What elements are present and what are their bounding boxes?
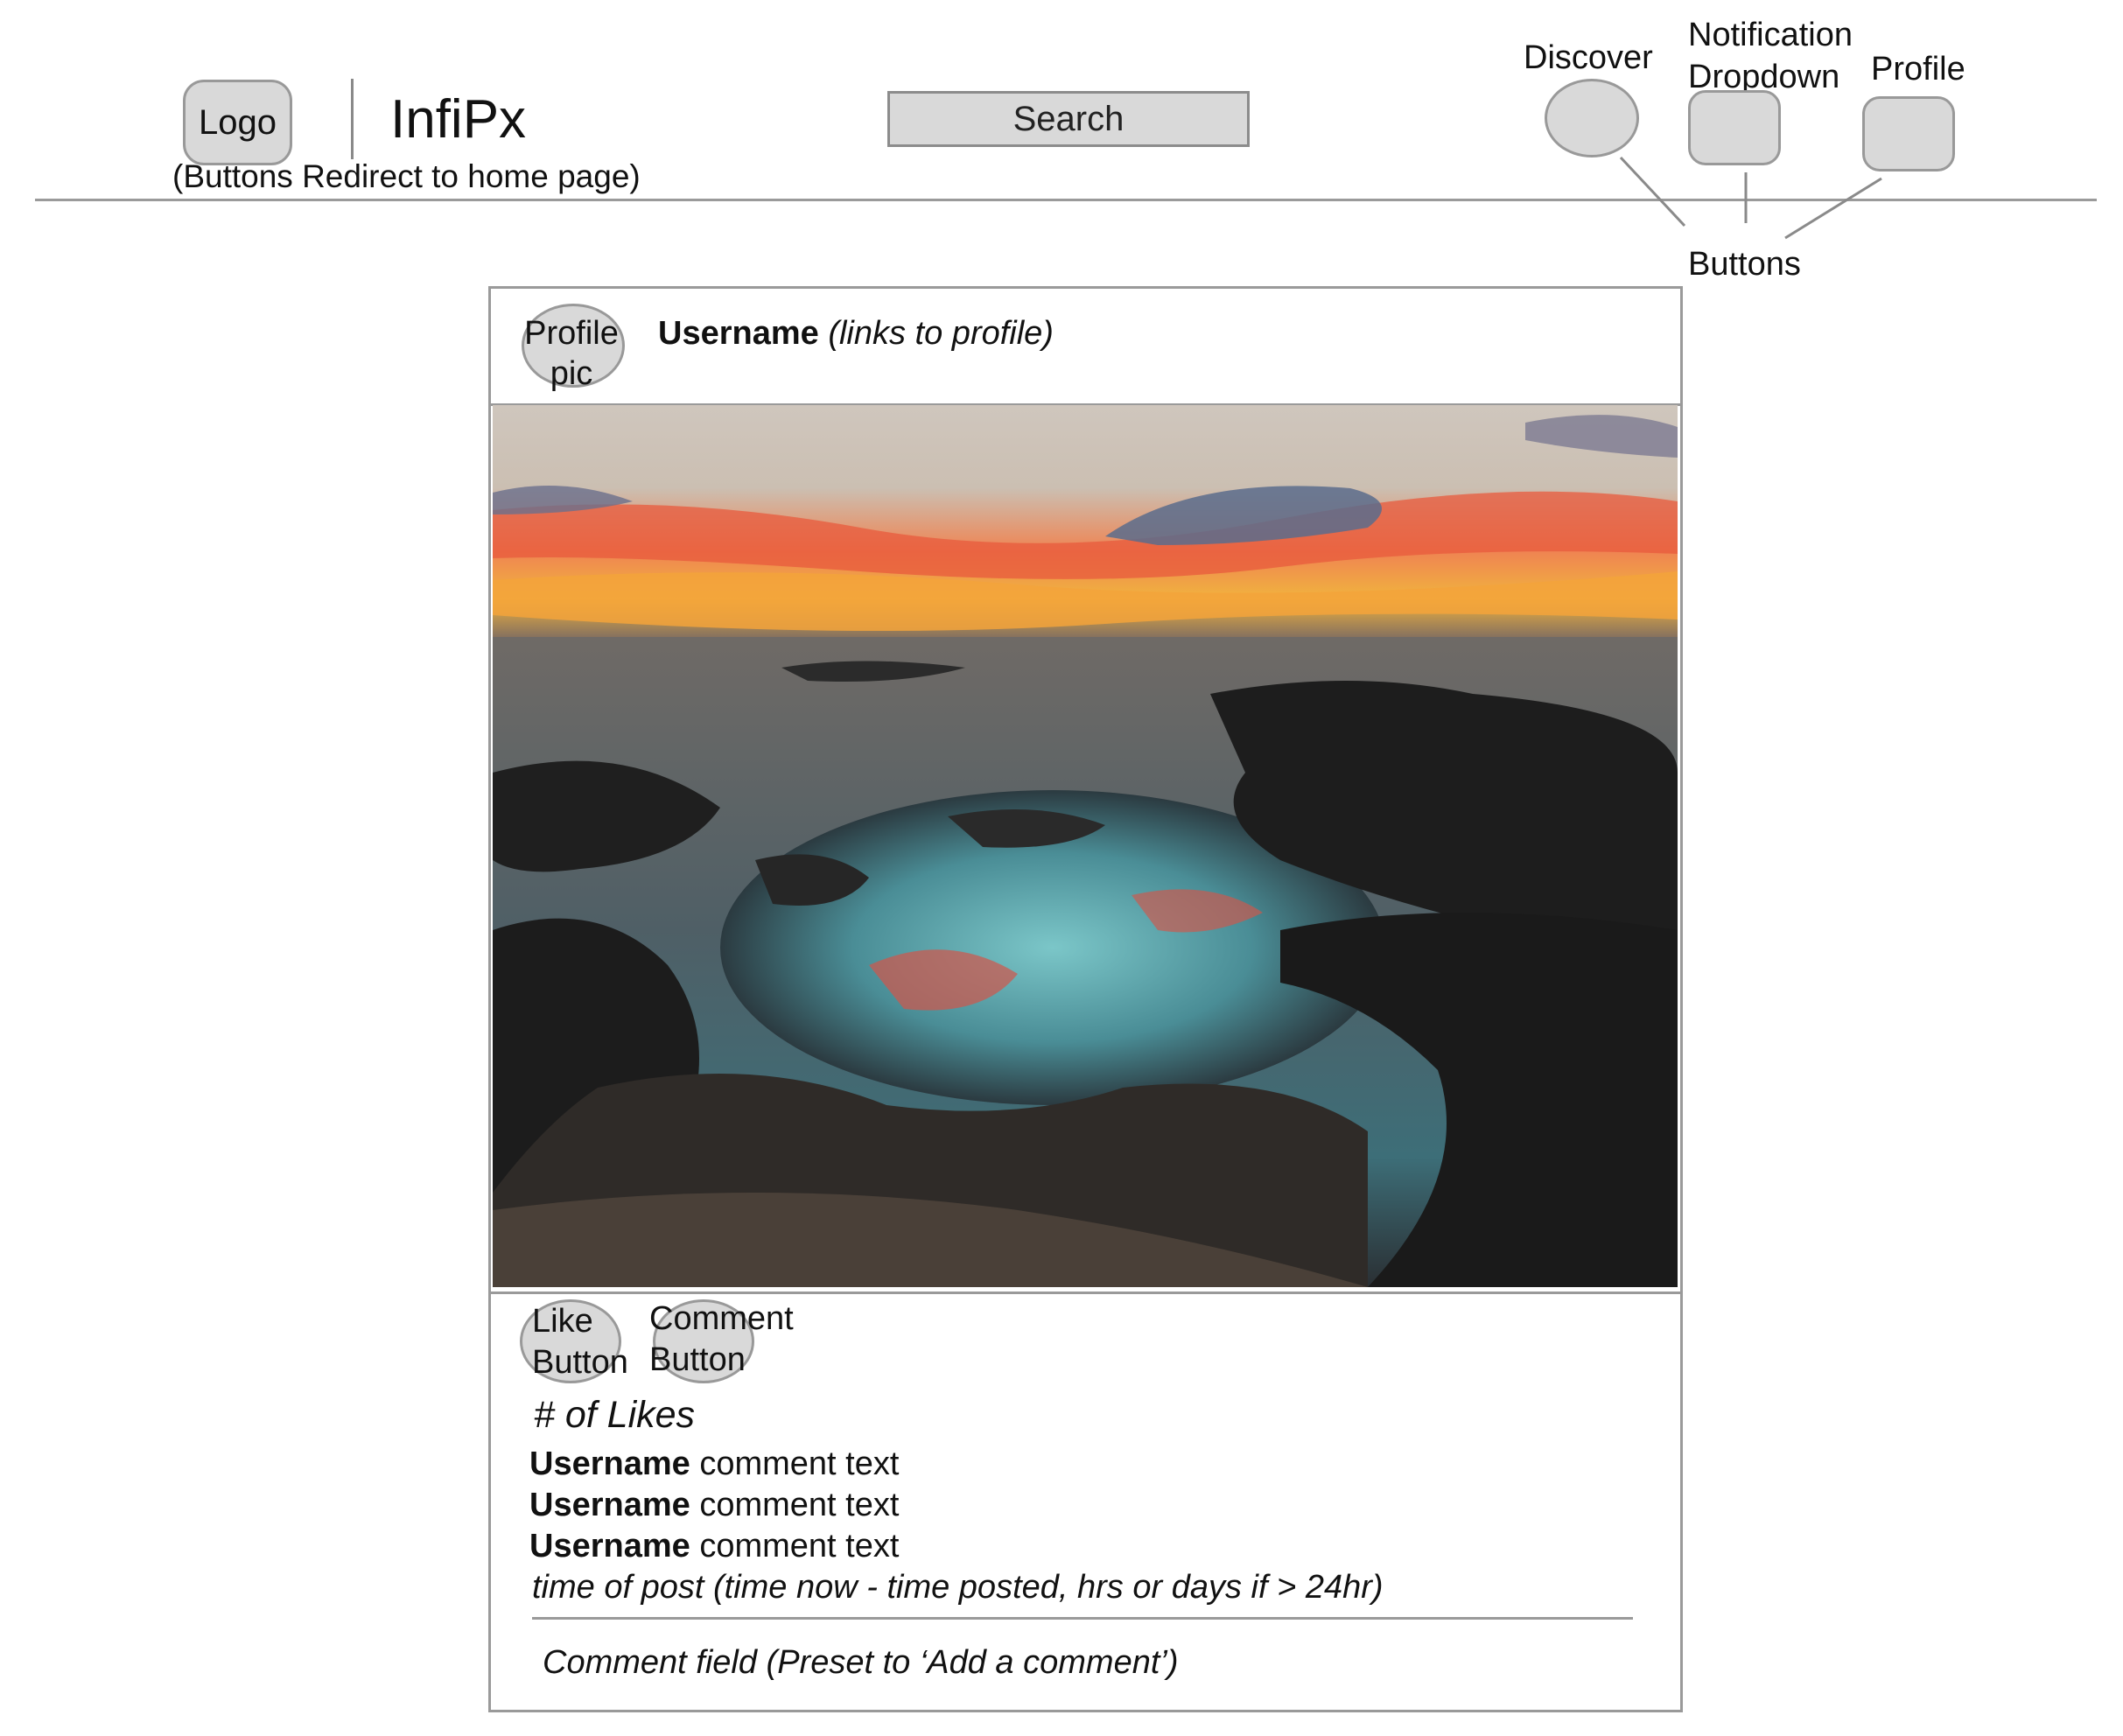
- buttons-label: Buttons: [1688, 246, 1801, 283]
- post-photo: [493, 405, 1678, 1287]
- callout-line-profile: [1784, 177, 1882, 240]
- post-username: Username: [658, 315, 819, 352]
- app-title[interactable]: InfiPx: [390, 93, 526, 147]
- callout-line-discover: [1619, 156, 1686, 228]
- comment-username[interactable]: Username: [529, 1528, 690, 1564]
- logo-label: Logo: [199, 102, 277, 142]
- search-label: Search: [1012, 99, 1125, 138]
- comment-text: comment text: [690, 1487, 900, 1523]
- comment-input[interactable]: [532, 1636, 1654, 1689]
- time-of-post: time of post (time now - time posted, hr…: [532, 1569, 1384, 1606]
- like-button-label-line2: Button: [532, 1344, 628, 1381]
- comment-button-label-line2: Button: [649, 1341, 746, 1378]
- comment-username[interactable]: Username: [529, 1487, 690, 1523]
- profile-label: Profile: [1871, 51, 1965, 88]
- discover-label: Discover: [1524, 39, 1653, 76]
- comment-row: Username comment text: [529, 1487, 899, 1524]
- discover-button[interactable]: [1545, 79, 1639, 158]
- comment-field-divider: [532, 1617, 1633, 1620]
- comment-row: Username comment text: [529, 1446, 899, 1483]
- comment-text: comment text: [690, 1446, 900, 1482]
- notification-label-line1: Notification: [1688, 17, 1853, 53]
- header-divider: [351, 79, 354, 159]
- comment-username[interactable]: Username: [529, 1446, 690, 1482]
- redirect-note: (Buttons Redirect to home page): [172, 158, 641, 194]
- post-username-link[interactable]: Username (links to profile): [658, 315, 1054, 353]
- comment-button-label-line1: Comment: [649, 1300, 794, 1337]
- comment-button-label: Comment Button: [649, 1298, 794, 1381]
- notification-dropdown-button[interactable]: [1688, 90, 1781, 165]
- likes-count: # of Likes: [534, 1394, 696, 1436]
- profile-pic-label-line1: Profile: [524, 315, 619, 352]
- profile-pic-label-line2: pic: [550, 355, 593, 392]
- comment-row: Username comment text: [529, 1528, 899, 1565]
- profile-pic-label: Profile pic: [515, 313, 628, 394]
- search-input[interactable]: Search: [887, 91, 1250, 147]
- post-username-note: (links to profile): [828, 315, 1054, 352]
- header-divider-line: [35, 199, 2097, 201]
- like-button-label-line1: Like: [532, 1303, 593, 1340]
- like-button-label: Like Button: [532, 1301, 628, 1383]
- photo-divider: [491, 1292, 1680, 1294]
- notification-label: Notification Dropdown: [1688, 14, 1853, 98]
- comment-text: comment text: [690, 1528, 900, 1564]
- logo-button[interactable]: Logo: [183, 80, 292, 165]
- profile-button[interactable]: [1862, 96, 1955, 172]
